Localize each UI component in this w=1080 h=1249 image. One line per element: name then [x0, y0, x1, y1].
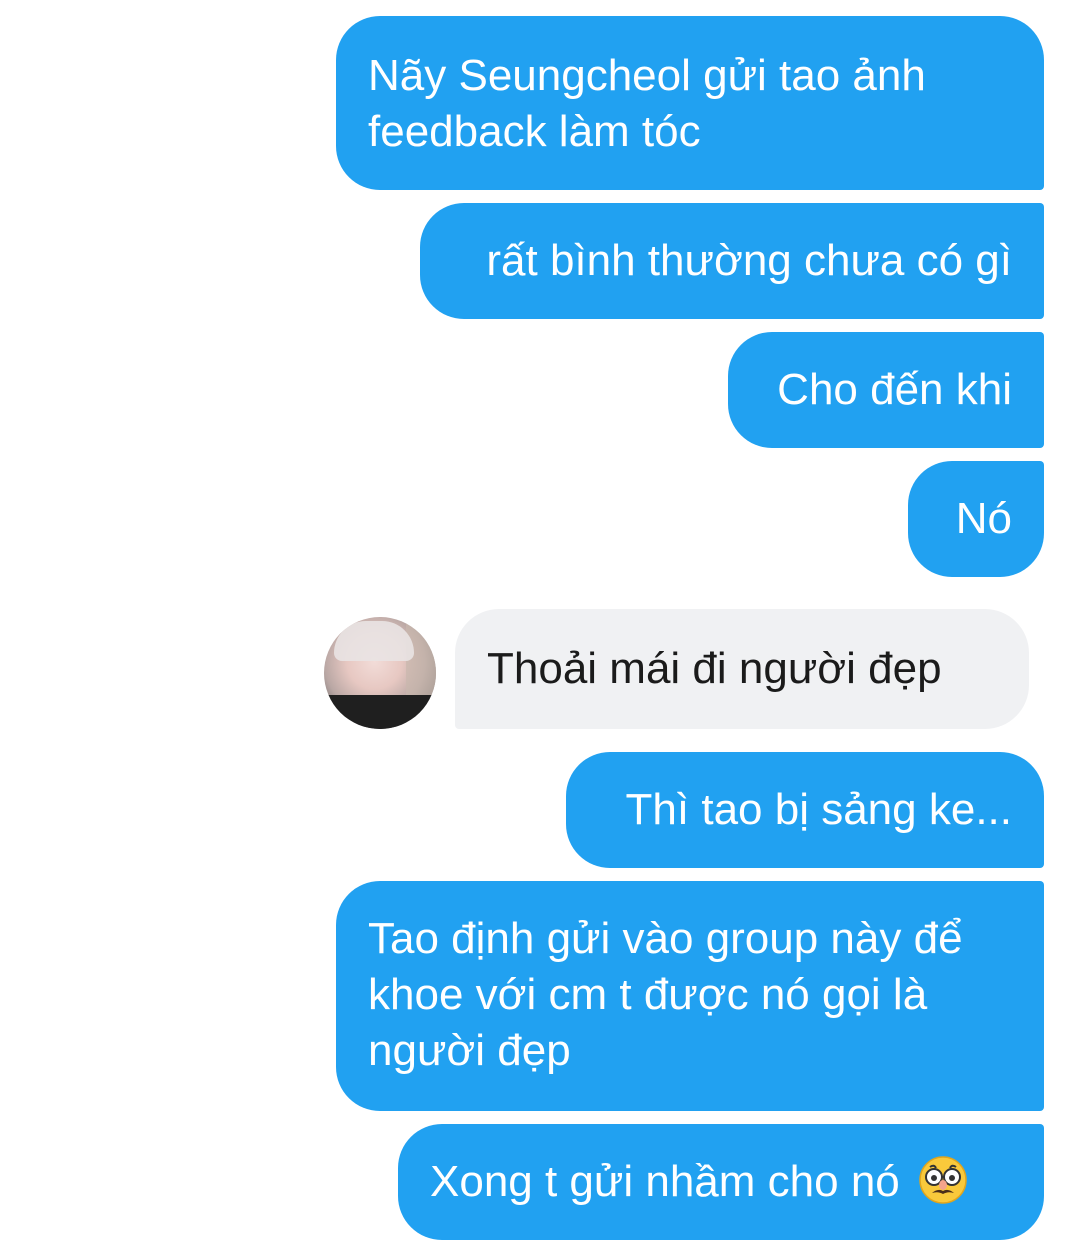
message-text: Nãy Seungcheol gửi tao ảnh feedback làm …	[368, 51, 926, 156]
message-text: rất bình thường chưa có gì	[486, 236, 1012, 285]
message-bubble-outgoing[interactable]: Thì tao bị sảng ke...	[566, 752, 1044, 868]
avatar-shirt	[324, 695, 436, 729]
message-bubble-outgoing[interactable]: Cho đến khi	[728, 332, 1044, 448]
chat-thread: Nãy Seungcheol gửi tao ảnh feedback làm …	[0, 0, 1080, 1249]
message-text: Tao định gửi vào group này để khoe với c…	[368, 914, 963, 1075]
message-bubble-incoming[interactable]: Thoải mái đi người đẹp	[455, 609, 1029, 729]
message-text: Thì tao bị sảng ke...	[625, 785, 1012, 834]
message-text: Cho đến khi	[777, 365, 1012, 414]
message-text: Thoải mái đi người đẹp	[487, 644, 942, 693]
message-bubble-outgoing[interactable]: Nãy Seungcheol gửi tao ảnh feedback làm …	[336, 16, 1044, 190]
message-bubble-outgoing[interactable]: Nó	[908, 461, 1044, 577]
message-text: Xong t gửi nhầm cho nó	[430, 1157, 900, 1206]
message-bubble-outgoing[interactable]: Tao định gửi vào group này để khoe với c…	[336, 881, 1044, 1111]
disguised-face-emoji-icon	[919, 1156, 967, 1204]
message-bubble-outgoing[interactable]: Xong t gửi nhầm cho nó	[398, 1124, 1044, 1240]
message-text: Nó	[955, 494, 1012, 543]
avatar-hair	[334, 621, 414, 661]
sender-avatar[interactable]	[324, 617, 436, 729]
message-bubble-outgoing[interactable]: rất bình thường chưa có gì	[420, 203, 1044, 319]
